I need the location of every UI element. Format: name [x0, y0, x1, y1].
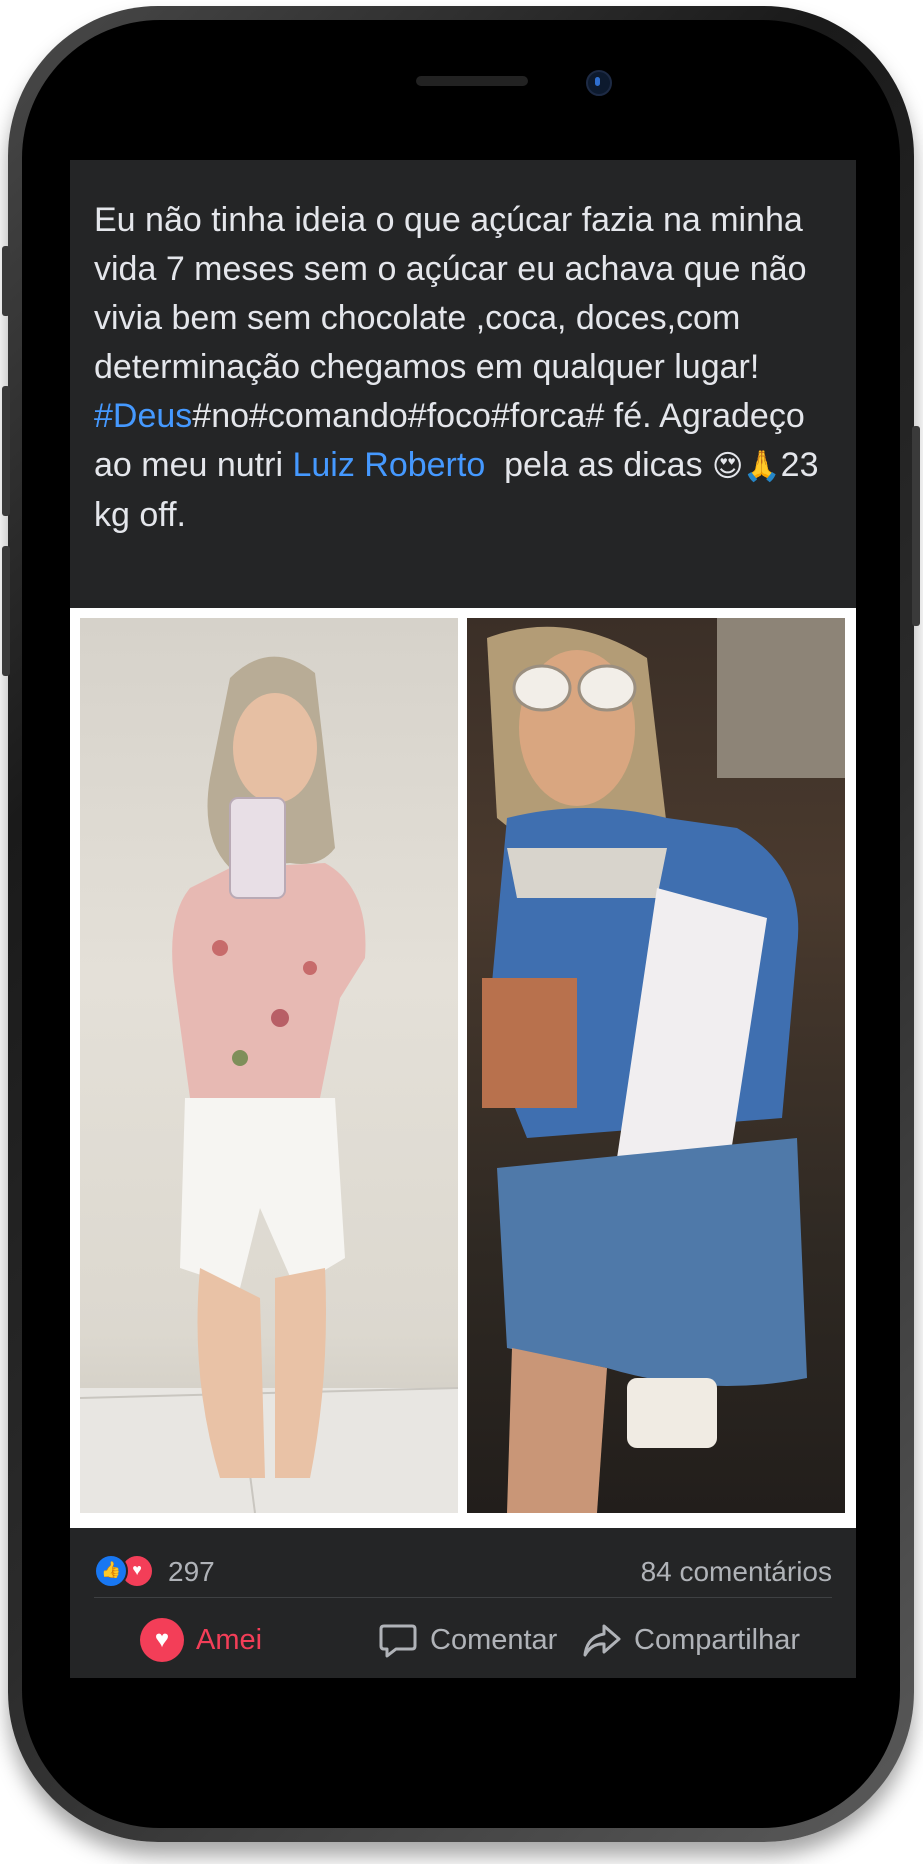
heart-icon: ♥ [140, 1618, 184, 1662]
post-text-segment: #no#comando#foco#forca# fé. Agradeço [192, 397, 805, 435]
comment-label: Comentar [430, 1623, 558, 1656]
comment-icon [379, 1624, 417, 1658]
phone-frame: Eu não tinha ideia o que açúcar fazia na… [2, 6, 920, 1842]
post-text-line: Eu não tinha ideia o que açúcar fazia na… [94, 201, 803, 239]
post-text-line: vida 7 meses sem o açúcar eu achava que … [94, 250, 807, 288]
post-text-line: kg off. [94, 496, 186, 534]
photo-after-illustration [80, 656, 458, 1513]
post-stats: 👍 ♥ 297 84 comentários [70, 1528, 856, 1598]
side-button [2, 546, 10, 676]
post-text-segment: 23 [780, 446, 819, 484]
emoji-text: 😍🙏 [712, 449, 781, 484]
post-text-line: vivia bem sem chocolate ,coca, doces,com [94, 299, 741, 337]
comments-count[interactable]: 84 comentários [641, 1556, 832, 1588]
notch [248, 58, 694, 122]
power-button [912, 426, 920, 626]
love-reaction-button[interactable]: ♥ Amei [140, 1612, 262, 1668]
share-button[interactable]: Compartilhar [582, 1612, 800, 1668]
comment-button[interactable]: Comentar [378, 1612, 557, 1668]
mention-link[interactable]: Luiz Roberto [292, 446, 485, 484]
post-text-line: ao meu nutri Luiz Roberto pela as dicas … [94, 441, 834, 491]
post-photo[interactable] [70, 608, 856, 1528]
post-text-line: determinação chegamos em qualquer lugar! [94, 348, 760, 386]
post-text-segment: pela as dicas [485, 446, 713, 484]
post-actions: ♥ Amei Comentar Compartilhar [70, 1602, 856, 1678]
side-button [2, 386, 10, 516]
love-label: Amei [196, 1623, 263, 1656]
share-label: Compartilhar [634, 1623, 800, 1656]
post-text-line: #Deus#no#comando#foco#forca# fé. Agradeç… [94, 392, 834, 441]
facebook-post: Eu não tinha ideia o que açúcar fazia na… [70, 160, 856, 1678]
phone-screen: Eu não tinha ideia o que açúcar fazia na… [70, 58, 872, 1790]
speaker-grille [416, 76, 528, 86]
like-icon: 👍 [94, 1554, 128, 1588]
photo-before-illustration [482, 618, 845, 1513]
post-text: Eu não tinha ideia o que açúcar fazia na… [94, 196, 834, 540]
front-camera [586, 70, 612, 96]
share-icon [583, 1624, 621, 1657]
photo-before [467, 618, 845, 1513]
reaction-icons[interactable]: 👍 ♥ [94, 1554, 158, 1590]
photo-after [80, 618, 458, 1513]
screen-bottom [70, 1678, 872, 1790]
side-button [2, 246, 10, 316]
hashtag-link[interactable]: #Deus [94, 397, 192, 435]
post-text-segment: ao meu nutri [94, 446, 293, 484]
reactions-count[interactable]: 297 [168, 1556, 215, 1588]
divider [94, 1597, 832, 1598]
